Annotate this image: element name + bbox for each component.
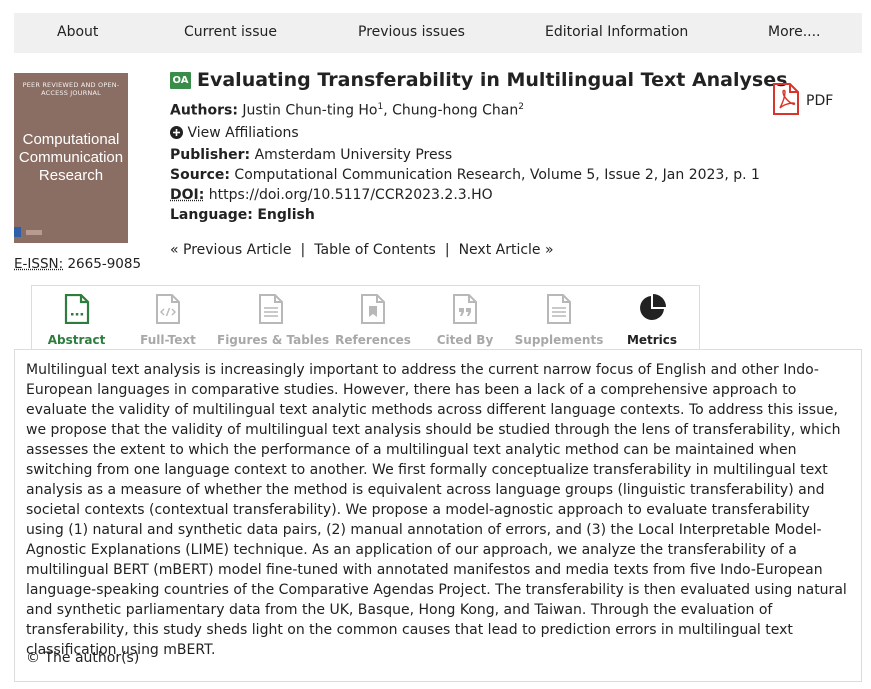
nav-separator: | [444,242,450,258]
pdf-label: PDF [806,93,834,109]
nav-item-previous-issues[interactable]: Previous issues [358,24,465,40]
cover-kicker: PEER REVIEWED AND OPEN-ACCESS JOURNAL [22,81,120,97]
tab-abstract[interactable]: Abstract [32,286,121,357]
cover-publisher-mark [26,230,42,235]
issn-value: 2665-9085 [67,256,142,272]
tab-supplements: Supplements [512,286,606,357]
author-affiliation-sup: 1 [377,102,384,112]
abstract-text: Multilingual text analysis is increasing… [26,362,847,658]
pdf-download-link[interactable]: PDF [772,83,833,119]
issn: E-ISSN: 2665-9085 [14,256,141,272]
code-document-icon [155,294,181,328]
tab-cited-by: Cited By [422,286,508,357]
tab-label: References [335,333,411,347]
language-line: Language: English [170,207,315,223]
publisher-value: Amsterdam University Press [254,147,453,163]
article-tabs: Abstract Full-Text Figures & Tables Refe… [31,285,700,357]
publisher-label: Publisher: [170,147,251,163]
tab-content-panel: Multilingual text analysis is increasing… [14,349,862,682]
pdf-file-icon [772,83,800,119]
journal-cover-image[interactable]: PEER REVIEWED AND OPEN-ACCESS JOURNAL Co… [14,73,128,243]
source-label: Source: [170,167,230,183]
doi-link[interactable]: https://doi.org/10.5117/CCR2023.2.3.HO [209,187,493,203]
cover-title: Computational Communication Research [18,131,124,184]
view-affiliations-label: View Affiliations [187,125,299,141]
quote-document-icon [452,294,478,328]
copyright-notice: © The author(s) [26,650,140,666]
doi-line: DOI: https://doi.org/10.5117/CCR2023.2.3… [170,187,493,203]
tab-label: Figures & Tables [217,333,330,347]
publisher-line: Publisher: Amsterdam University Press [170,147,452,163]
next-article-link[interactable]: Next Article » [459,242,554,258]
top-navigation: About Current issue Previous issues Edit… [14,13,862,53]
cover-logo-mark [14,227,21,237]
source-line: Source: Computational Communication Rese… [170,167,760,183]
source-value: Computational Communication Research, Vo… [234,167,760,183]
author-name[interactable]: Justin Chun-ting Ho [242,103,377,119]
article-title: Evaluating Transferability in Multilingu… [197,69,788,91]
tab-label: Supplements [514,333,604,347]
tab-figures-tables: Figures & Tables [217,286,330,357]
authors-label: Authors: [170,102,238,119]
tab-metrics[interactable]: Metrics [612,286,692,357]
nav-item-current-issue[interactable]: Current issue [184,24,277,40]
issn-label: E-ISSN: [14,256,64,272]
author-affiliation-sup: 2 [518,102,524,112]
tab-full-text: Full-Text [128,286,208,357]
nav-item-about[interactable]: About [57,24,98,40]
open-access-badge: OA [170,72,191,89]
tab-label: Abstract [47,333,106,347]
language-label: Language: [170,207,253,223]
article-navigation: « Previous Article | Table of Contents | Nex… [170,242,554,258]
document-lines-icon [258,294,284,328]
tab-label: Metrics [626,333,678,347]
tab-references: References [328,286,418,357]
doi-label: DOI: [170,187,205,203]
nav-item-more[interactable]: More.... [768,24,821,40]
table-of-contents-link[interactable]: Table of Contents [314,242,436,258]
view-affiliations-toggle[interactable]: View Affiliations [170,125,299,143]
pie-chart-icon [638,294,666,326]
bookmark-document-icon [360,294,386,328]
tab-label: Full-Text [140,333,196,347]
document-icon [64,293,90,328]
author-name[interactable]: Chung-hong Chan [392,103,518,119]
tab-label: Cited By [436,333,494,347]
previous-article-link[interactable]: « Previous Article [170,242,292,258]
nav-item-editorial-information[interactable]: Editorial Information [545,24,688,40]
nav-separator: | [300,242,306,258]
plus-circle-icon [170,126,183,143]
language-value: English [257,207,315,223]
document-lines-icon [546,294,572,328]
authors-line: Authors: Justin Chun-ting Ho1, Chung-hon… [170,102,524,119]
